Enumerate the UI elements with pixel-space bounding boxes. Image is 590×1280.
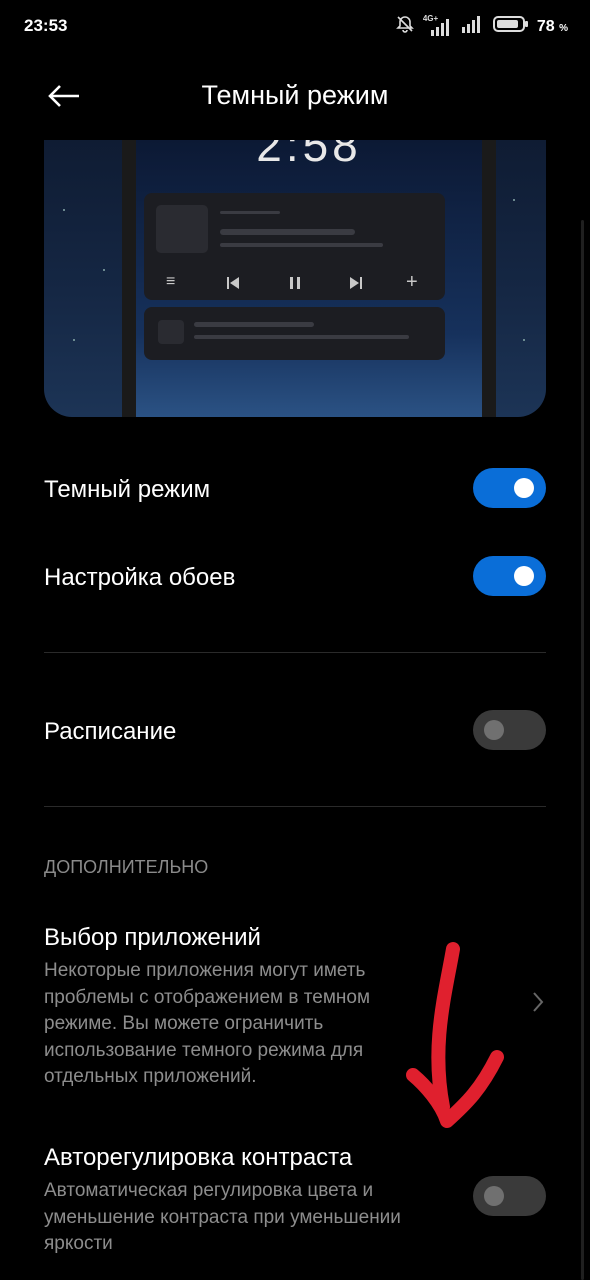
status-icons: 4G+ 78 %: [395, 14, 568, 39]
schedule-row[interactable]: Расписание: [0, 702, 590, 762]
section-heading: ДОПОЛНИТЕЛЬНО: [44, 857, 209, 877]
text-placeholder: [194, 335, 409, 339]
app-selection-description: Некоторые приложения могут иметь проблем…: [44, 960, 371, 1087]
text-placeholder: [194, 322, 314, 327]
status-time: 23:53: [24, 16, 68, 35]
text-placeholder: [220, 243, 383, 247]
chevron-right-icon: [532, 991, 544, 1018]
wallpaper-label: Настройка обоев: [44, 564, 236, 591]
toggle-knob: [484, 720, 504, 740]
notification-card: [144, 307, 445, 360]
wallpaper-toggle[interactable]: [473, 556, 546, 596]
dark-mode-label: Темный режим: [44, 476, 211, 503]
app-selection-title: Выбор приложений: [44, 924, 261, 951]
divider: [44, 652, 546, 653]
battery-percent: 78 %: [536, 17, 568, 35]
skip-next-icon: [349, 276, 363, 295]
media-notification-card: ≡ +: [144, 193, 445, 300]
battery-icon: [492, 15, 529, 38]
signal-icon-2: [461, 15, 485, 38]
album-art: [156, 205, 208, 253]
dark-mode-toggle[interactable]: [473, 468, 546, 508]
playlist-icon: ≡: [166, 273, 176, 290]
page-title: Темный режим: [201, 80, 389, 110]
pause-icon: [288, 276, 302, 295]
text-placeholder: [220, 211, 280, 214]
auto-contrast-description: Автоматическая регулировка цвета и умень…: [44, 1180, 401, 1254]
scrollbar[interactable]: [581, 220, 584, 1280]
signal-icon: 4G+: [423, 14, 453, 36]
preview-clock: 2:58: [256, 140, 362, 171]
bell-off-icon: [395, 14, 415, 39]
annotation-arrow: [406, 942, 504, 1128]
toggle-knob: [484, 1186, 504, 1206]
dark-mode-row[interactable]: Темный режим: [0, 460, 590, 520]
dark-mode-preview: 2:58 ≡ +: [44, 140, 546, 417]
toggle-knob: [514, 566, 534, 586]
app-icon: [158, 320, 184, 344]
auto-contrast-row[interactable]: Авторегулировка контраста Автоматическая…: [0, 1140, 590, 1270]
schedule-toggle[interactable]: [473, 710, 546, 750]
wallpaper-row[interactable]: Настройка обоев: [0, 548, 590, 608]
toggle-knob: [514, 478, 534, 498]
text-placeholder: [220, 229, 355, 235]
skip-previous-icon: [226, 276, 240, 295]
schedule-label: Расписание: [44, 718, 177, 745]
auto-contrast-title: Авторегулировка контраста: [44, 1144, 353, 1171]
divider: [44, 806, 546, 807]
add-icon: +: [406, 271, 418, 293]
auto-contrast-toggle[interactable]: [473, 1176, 546, 1216]
